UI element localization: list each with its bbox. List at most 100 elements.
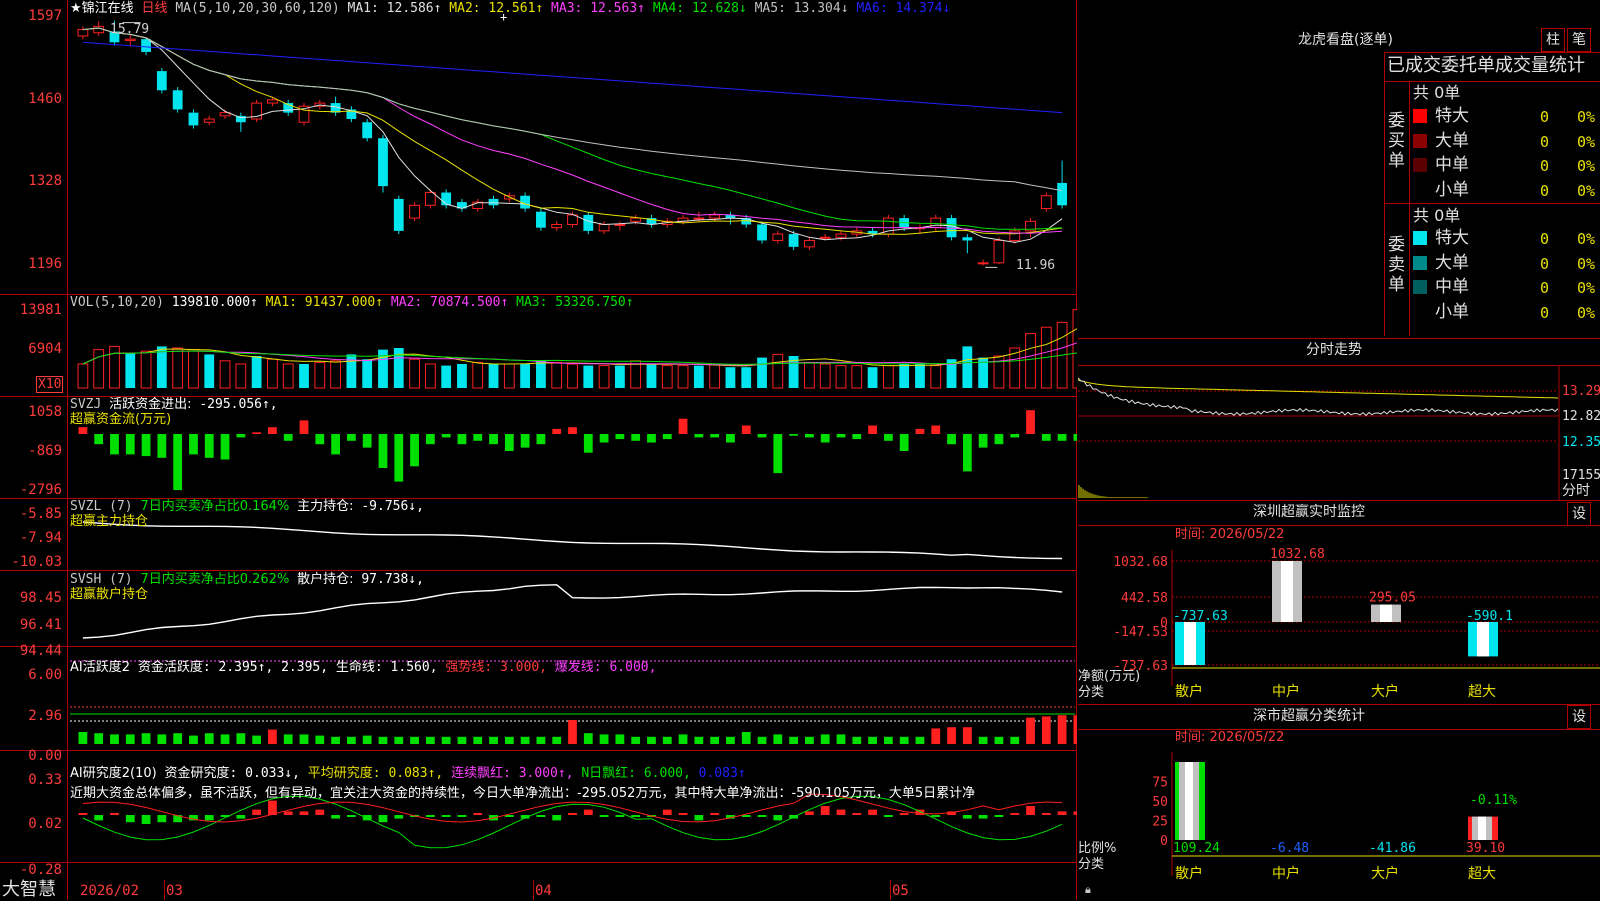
volume-bar xyxy=(109,345,120,389)
active-bar xyxy=(299,734,309,744)
active-bar xyxy=(789,736,799,744)
research-bar xyxy=(425,815,435,817)
fund-flow-bar xyxy=(378,434,388,468)
chart-area[interactable]: ★锦江在线 日线 MA(5,10,20,30,60,120) MA1: 12.5… xyxy=(0,0,1091,900)
active-bar xyxy=(1057,715,1067,744)
active-bar xyxy=(394,736,404,744)
active-bar xyxy=(820,734,830,744)
volume-bar xyxy=(772,353,784,389)
volume-bar xyxy=(835,365,847,389)
research-commentary: 近期大资金总体偏多，虽不活跃，但有异动，宜关注大资金的持续性，今日大单净流出：-… xyxy=(70,786,976,801)
svsh-value-label: 散户持仓: xyxy=(297,572,354,587)
classify-category: 超大 xyxy=(1468,866,1496,882)
fund-flow-bar xyxy=(962,434,972,472)
candle-body xyxy=(378,138,388,187)
fund-flow-bar xyxy=(726,434,735,443)
active-bar xyxy=(836,734,846,744)
candle-body xyxy=(551,223,563,229)
active-item-value: 1.560, xyxy=(382,660,438,675)
active-bar xyxy=(473,736,483,744)
monitor-bar-value: -737.63 xyxy=(1173,609,1228,624)
candle-body xyxy=(188,112,199,126)
fund-flow-bar xyxy=(1073,434,1077,441)
active-bar xyxy=(141,733,151,744)
fund-flow-bar xyxy=(757,434,767,438)
monitor-bar-value: 1032.68 xyxy=(1270,547,1325,562)
svsh-period: (7) xyxy=(109,572,133,587)
fund-flow-bar xyxy=(883,434,893,441)
active-item-label: 爆发线: xyxy=(546,660,602,675)
fund-flow-bar xyxy=(599,434,609,443)
active-bar xyxy=(236,733,246,744)
research-values: 资金研究度: 0.033↓, 平均研究度: 0.083↑, 连续飘红: 3.00… xyxy=(165,766,746,781)
fund-flow-bar xyxy=(947,434,956,445)
active-bar xyxy=(678,734,688,744)
monitor-tick: 442.58 xyxy=(1121,591,1168,606)
active-bar xyxy=(599,734,609,744)
research-tick: 0.33 xyxy=(28,772,62,788)
active-bar xyxy=(1073,715,1077,744)
research-item-value: 6.000, xyxy=(636,766,691,781)
research-bar xyxy=(662,809,672,815)
svsh-value: 97.738↓, xyxy=(361,572,424,587)
candle-body xyxy=(583,214,594,231)
svzl-period: (7) xyxy=(109,499,133,514)
monitor-bar-highlight xyxy=(1281,561,1293,622)
fund-flow-bar xyxy=(1041,434,1051,441)
date-label: 05 xyxy=(892,883,909,899)
research-bar xyxy=(204,815,214,821)
active-item-label: 资金活跃度: xyxy=(137,660,211,675)
research-bar xyxy=(805,811,814,815)
fund-flow-bar xyxy=(615,434,625,440)
volume-bar xyxy=(409,358,420,389)
fund-flow-bar xyxy=(394,434,404,482)
research-bar xyxy=(457,815,467,817)
research-bar xyxy=(773,815,783,821)
active-item-label: 生命线: xyxy=(328,660,383,675)
research-bar xyxy=(252,809,262,815)
fund-flow-bar xyxy=(125,434,135,455)
volume-bar xyxy=(267,358,278,389)
research-tick: -0.28 xyxy=(19,862,62,878)
main-holding-line xyxy=(82,521,1063,560)
fund-flow-bar xyxy=(204,434,214,458)
classify-bar-value: -41.86 xyxy=(1369,841,1416,856)
research-item-label: 连续飘红: xyxy=(443,766,511,781)
fund-flow-bar xyxy=(678,418,688,434)
date-tick xyxy=(890,880,891,900)
candle-body xyxy=(156,71,167,91)
candle-body xyxy=(393,198,404,231)
active-item-value: 2.395↑, xyxy=(210,660,274,675)
fund-flow-bar xyxy=(473,434,483,441)
active-values: 资金活跃度: 2.395↑, 2.395, 生命线: 1.560, 强势线: 3… xyxy=(138,660,657,675)
volume-bar xyxy=(741,367,752,388)
classify-tick: 0 xyxy=(1160,834,1168,849)
research-bar xyxy=(1026,806,1035,815)
fund-flow-bar xyxy=(110,434,119,455)
date-tick xyxy=(164,880,165,900)
fund-flow-bar xyxy=(220,434,230,460)
fund-flow-bar xyxy=(1010,434,1020,438)
fund-flow-bar xyxy=(978,434,988,448)
candle-body xyxy=(930,217,942,229)
fund-flow-bar xyxy=(78,427,88,434)
classify-tick: 25 xyxy=(1152,815,1168,830)
monitor-bar-highlight xyxy=(1477,622,1489,657)
ma10-line xyxy=(82,27,1063,235)
ma30-line xyxy=(82,27,1063,230)
candlestick-chart[interactable] xyxy=(0,0,1077,900)
monitor-tick: -147.53 xyxy=(1113,625,1168,640)
fund-flow-bar xyxy=(315,434,325,445)
active-bar xyxy=(157,734,167,744)
research-bar xyxy=(394,815,404,819)
vol-ma-value: 91437.000↑ xyxy=(296,295,384,310)
fund-flow-bar xyxy=(805,434,814,438)
research-bar xyxy=(1057,811,1067,815)
candle-body xyxy=(772,233,784,241)
intraday-avg-line xyxy=(1078,379,1559,399)
active-item-value: 3.000, xyxy=(492,660,547,675)
volume-bar xyxy=(314,361,326,389)
candle-body xyxy=(835,233,847,238)
volume-bar xyxy=(804,361,815,389)
svzj-header: SVZJ 活跃资金进出: -295.056↑, xyxy=(70,397,278,412)
